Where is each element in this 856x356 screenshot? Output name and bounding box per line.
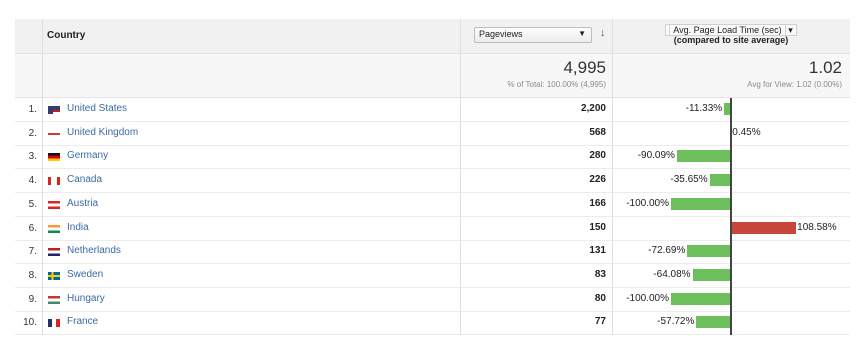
pageviews-value: 83 [594,268,606,280]
row-index: 4. [28,175,37,187]
pageviews-value: 80 [594,292,606,304]
country-link[interactable]: Sweden [67,269,103,280]
table-header: Country Pageviews ▼ ↓ Avg. Page Load Tim… [15,19,850,54]
column-divider [612,19,613,335]
table-row: 9. Hungary 80 -100.00% [15,288,850,312]
pageviews-value: 226 [589,174,606,186]
comparison-percent: -57.72% [657,316,695,328]
country-link[interactable]: Hungary [67,293,105,304]
comparison-bar [696,316,731,329]
comparison-bar [692,268,731,281]
us-flag-icon [48,106,60,114]
country-link[interactable]: Austria [67,198,98,209]
row-index: 9. [28,293,37,305]
table-row: 8. Sweden 83 -64.08% [15,264,850,288]
pageviews-total: 4,995 [563,58,606,77]
country-link[interactable]: India [67,222,89,233]
comparison-percent: -35.65% [670,174,708,186]
summary-row: 4,995 % of Total: 100.00% (4,995) 1.02 A… [15,54,850,98]
dropdown-caret-icon: ▼ [578,29,586,38]
country-link[interactable]: United Kingdom [67,127,138,138]
pageviews-value: 150 [589,221,606,233]
pageviews-value: 280 [589,150,606,162]
comparison-percent: 108.58% [797,221,837,233]
avg-load-time-subtitle: (compared to site average) [673,35,789,45]
country-link[interactable]: Canada [67,174,102,185]
country-column-header[interactable]: Country [47,30,85,41]
comparison-bar [731,221,797,234]
country-link[interactable]: Netherlands [67,245,121,256]
pageviews-value: 2,200 [580,103,606,114]
row-index: 10. [23,317,37,329]
comparison-bar [687,245,731,258]
comparison-percent: 0.45% [732,126,761,138]
comparison-bar [676,150,731,163]
row-index: 6. [28,222,37,234]
pageviews-value: 568 [589,126,606,138]
table-row: 2. United Kingdom 568 0.45% [15,122,850,146]
avg-load-time-total: 1.02 [808,58,842,77]
pageviews-select-label: Pageviews [479,29,523,39]
germany-flag-icon [48,153,60,162]
pageviews-metric-select[interactable]: Pageviews ▼ [474,27,592,43]
india-flag-icon [48,224,60,233]
row-index: 3. [28,151,37,163]
pageviews-value: 131 [589,245,606,257]
comparison-percent: -11.33% [685,103,723,114]
pageviews-total-subtext: % of Total: 100.00% (4,995) [507,80,606,89]
column-divider [460,19,461,335]
avg-load-time-subtext: Avg for View: 1.02 (0.00%) [747,80,842,89]
comparison-bar [709,174,731,187]
country-link[interactable]: United States [67,103,127,114]
table-row: 7. Netherlands 131 -72.69% [15,240,850,265]
sweden-flag-icon [48,271,60,280]
country-link[interactable]: France [67,316,98,327]
comparison-percent: -72.69% [648,245,686,257]
table-row: 4. Canada 226 -35.65% [15,169,850,194]
comparison-zero-axis [730,98,732,335]
france-flag-icon [48,319,60,328]
comparison-percent: -64.08% [653,268,691,280]
comparison-percent: -90.09% [637,150,675,162]
table-row: 3. Germany 280 -90.09% [15,145,850,170]
comparison-bar [671,292,731,305]
austria-flag-icon [48,200,60,209]
canada-flag-icon [48,177,60,186]
row-index: 1. [28,104,37,115]
table-row: 5. Austria 166 -100.00% [15,193,850,217]
row-index: 8. [28,269,37,281]
country-link[interactable]: Germany [67,150,108,161]
hungary-flag-icon [48,295,60,304]
column-divider [42,19,43,335]
sort-descending-icon[interactable]: ↓ [600,27,606,39]
row-index: 2. [28,127,37,139]
pageviews-value: 166 [589,197,606,209]
avg-load-time-header[interactable]: Avg. Page Load Time (sec) ▾ (compared to… [612,24,850,45]
netherlands-flag-icon [48,248,60,257]
row-index: 7. [28,246,37,258]
row-index: 5. [28,198,37,210]
comparison-bar [671,197,731,210]
table-row: 1. United States 2,200 -11.33% [15,98,850,122]
pageviews-value: 77 [594,316,606,328]
table-row: 10. France 77 -57.72% [15,311,850,336]
uk-flag-icon [48,129,60,138]
table-row: 6. India 150 108.58% [15,217,850,241]
